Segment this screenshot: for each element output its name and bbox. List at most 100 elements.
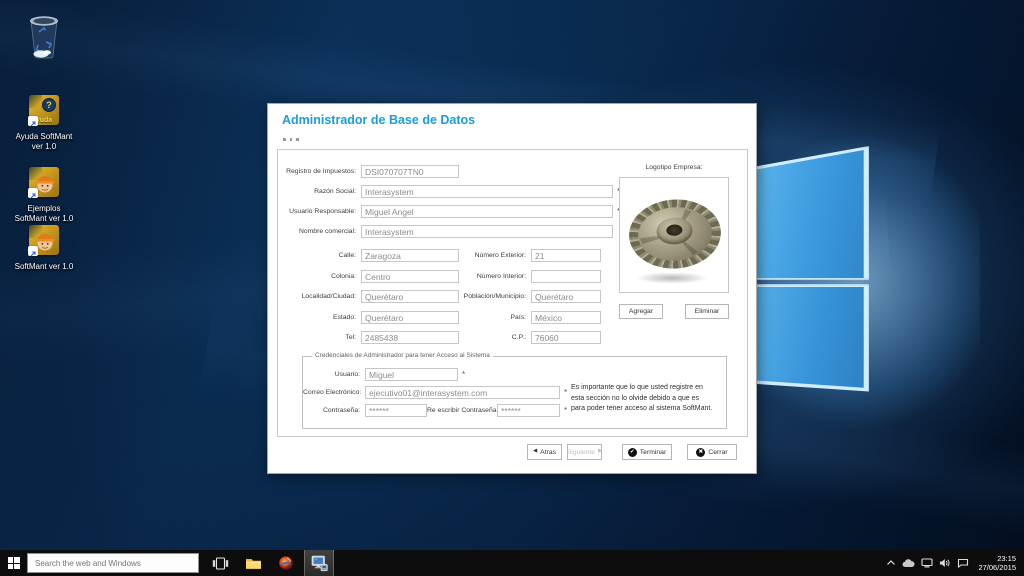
shortcut-arrow-icon <box>28 246 38 256</box>
action-center-button[interactable] <box>956 556 969 570</box>
colonia-input[interactable] <box>361 270 459 283</box>
show-hidden-icons-button[interactable] <box>884 556 897 570</box>
desktop-icon-label: Ayuda SoftMant <box>3 132 85 142</box>
field-label: Correo Electrónico: <box>303 389 363 396</box>
clock-date: 27/06/2015 <box>978 563 1016 572</box>
desktop: ? yuda Ayuda SoftMant ver 1.0 <box>0 0 1024 576</box>
field-label: Localidad/Ciudad: <box>278 293 359 300</box>
field-label: Usuario: <box>303 371 363 378</box>
recycle-bin-icon <box>26 12 62 65</box>
system-tray: 23:15 27/06/2015 <box>884 554 1024 572</box>
back-arrow-icon: ◀ <box>533 449 537 455</box>
windows-logo-icon <box>8 557 20 569</box>
speaker-icon <box>939 558 951 568</box>
desktop-icon-label: SoftMant ver 1.0 <box>3 214 85 224</box>
agregar-button[interactable]: Agregar <box>619 304 663 319</box>
field-label: C.P.: <box>459 334 529 341</box>
chevron-up-icon <box>886 559 896 567</box>
desktop-icon-recycle-bin[interactable] <box>3 12 85 65</box>
required-marker: * <box>462 370 465 379</box>
app-icon <box>278 555 294 571</box>
taskbar-clock[interactable]: 23:15 27/06/2015 <box>974 554 1020 572</box>
field-label: Contraseña: <box>303 407 363 414</box>
desktop-icon-ejemplos-softmant[interactable]: Ejemplos SoftMant ver 1.0 <box>3 167 85 223</box>
telefono-input[interactable] <box>361 331 459 344</box>
database-admin-dialog: Administrador de Base de Datos Registro … <box>267 103 757 474</box>
numero-interior-input[interactable] <box>531 270 601 283</box>
network-icon <box>921 558 933 568</box>
file-explorer-button[interactable] <box>241 550 265 576</box>
task-view-button[interactable] <box>208 550 232 576</box>
siguiente-button[interactable]: Siguiente ▶ <box>567 444 602 460</box>
desktop-icon-label: SoftMant ver 1.0 <box>3 262 85 272</box>
atras-button[interactable]: ◀ Atras <box>527 444 562 460</box>
estado-input[interactable] <box>361 311 459 324</box>
localidad-ciudad-input[interactable] <box>361 290 459 303</box>
field-label: Registro de Impuestos: <box>278 168 359 175</box>
desktop-icon-ayuda-softmant[interactable]: ? yuda Ayuda SoftMant ver 1.0 <box>3 95 85 151</box>
re-contrasena-input[interactable] <box>497 404 560 417</box>
setup-app-button-active[interactable] <box>304 550 334 576</box>
usuario-input[interactable] <box>365 368 458 381</box>
company-logo-gear-image <box>624 194 726 273</box>
poblacion-municipio-input[interactable] <box>531 290 601 303</box>
form-panel: Registro de Impuestos: Razón Social: * U… <box>277 149 748 437</box>
eliminar-button[interactable]: Eliminar <box>685 304 729 319</box>
task-view-icon <box>212 557 229 570</box>
logo-label: Logotipo Empresa: <box>619 164 729 171</box>
check-icon: ✔ <box>628 448 637 457</box>
pais-input[interactable] <box>531 311 601 324</box>
field-label: Nombre comercial: <box>278 228 359 235</box>
field-label: Re escribir Contraseña: <box>427 407 495 414</box>
desktop-icon-label: ver 1.0 <box>3 142 85 152</box>
field-label: Número Exterior: <box>459 252 529 259</box>
onedrive-tray-icon[interactable] <box>902 556 915 570</box>
field-label: Estado: <box>278 314 359 321</box>
app-button[interactable] <box>274 550 298 576</box>
registro-impuestos-input[interactable] <box>361 165 459 178</box>
field-label: Colonia: <box>278 273 359 280</box>
required-marker: * <box>564 406 567 415</box>
desktop-icon-label: Ejemplos <box>3 204 85 214</box>
step-dots <box>283 138 299 141</box>
razon-social-input[interactable] <box>361 185 613 198</box>
question-mark-icon: ? <box>42 98 56 112</box>
desktop-icon-softmant[interactable]: SoftMant ver 1.0 <box>3 225 85 272</box>
shortcut-arrow-icon <box>28 188 38 198</box>
network-tray-icon[interactable] <box>920 556 933 570</box>
field-label: Número Interior: <box>459 273 529 280</box>
correo-electronico-input[interactable] <box>365 386 560 399</box>
close-icon: ✖ <box>696 448 705 457</box>
field-label: Tel: <box>278 334 359 341</box>
clock-time: 23:15 <box>978 554 1016 563</box>
gear-shadow <box>636 272 708 284</box>
usuario-responsable-input[interactable] <box>361 205 613 218</box>
start-button[interactable] <box>0 550 27 576</box>
action-center-icon <box>957 558 969 568</box>
contrasena-input[interactable] <box>365 404 427 417</box>
numero-exterior-input[interactable] <box>531 249 601 262</box>
company-logo-box <box>619 177 729 293</box>
folder-icon <box>245 556 262 570</box>
required-marker: * <box>564 388 567 397</box>
field-label: Población/Municipio: <box>459 293 529 300</box>
volume-tray-icon[interactable] <box>938 556 951 570</box>
terminar-button[interactable]: ✔ Terminar <box>622 444 672 460</box>
cerrar-button[interactable]: ✖ Cerrar <box>687 444 737 460</box>
groupbox-legend: Credenciales de Administrador para tener… <box>312 352 493 359</box>
codigo-postal-input[interactable] <box>531 331 601 344</box>
credentials-note: Es importante que lo que usted registre … <box>571 383 729 415</box>
nombre-comercial-input[interactable] <box>361 225 613 238</box>
installer-icon <box>310 555 329 572</box>
calle-input[interactable] <box>361 249 459 262</box>
shortcut-arrow-icon <box>28 116 38 126</box>
field-label: Razón Social: <box>278 188 359 195</box>
field-label: Calle: <box>278 252 359 259</box>
cloud-icon <box>902 559 915 568</box>
taskbar: 23:15 27/06/2015 <box>0 550 1024 576</box>
dialog-title: Administrador de Base de Datos <box>282 113 475 127</box>
taskbar-search[interactable] <box>27 553 199 573</box>
credentials-groupbox: Credenciales de Administrador para tener… <box>302 356 727 429</box>
search-input[interactable] <box>35 559 185 568</box>
field-label: Usuario Responsable: <box>278 208 359 215</box>
